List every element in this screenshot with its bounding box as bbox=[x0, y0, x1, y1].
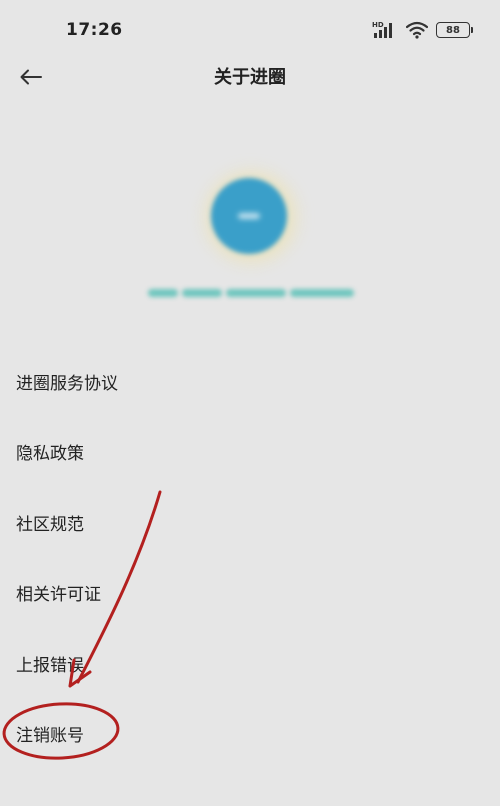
app-info-header bbox=[0, 110, 500, 350]
menu-item-service-agreement[interactable]: 进圈服务协议 bbox=[0, 346, 500, 417]
settings-list: 进圈服务协议 隐私政策 社区规范 相关许可证 上报错误 注销账号 bbox=[0, 346, 500, 769]
menu-item-label: 注销账号 bbox=[16, 726, 84, 747]
nav-bar: 关于进圈 bbox=[0, 50, 500, 102]
status-time: 17:26 bbox=[66, 20, 123, 40]
network-type-label: HD bbox=[372, 21, 384, 29]
page-title: 关于进圈 bbox=[214, 67, 286, 88]
menu-item-privacy-policy[interactable]: 隐私政策 bbox=[0, 417, 500, 488]
menu-item-label: 社区规范 bbox=[16, 514, 84, 535]
menu-item-label: 相关许可证 bbox=[16, 585, 101, 606]
menu-item-label: 隐私政策 bbox=[16, 444, 84, 465]
menu-item-report-error[interactable]: 上报错误 bbox=[0, 628, 500, 699]
menu-item-label: 上报错误 bbox=[16, 655, 84, 676]
version-text-blurred bbox=[148, 286, 358, 300]
app-logo bbox=[211, 178, 287, 254]
app-logo-mark bbox=[238, 213, 260, 219]
menu-item-delete-account[interactable]: 注销账号 bbox=[0, 699, 500, 770]
battery-level: 88 bbox=[446, 24, 460, 36]
battery-icon: 88 bbox=[436, 22, 473, 38]
menu-item-licenses[interactable]: 相关许可证 bbox=[0, 558, 500, 629]
cellular-signal-icon: HD bbox=[372, 21, 392, 38]
status-icons: HD 88 bbox=[372, 20, 473, 40]
menu-item-community-guidelines[interactable]: 社区规范 bbox=[0, 487, 500, 558]
wifi-icon bbox=[406, 21, 428, 39]
menu-item-label: 进圈服务协议 bbox=[16, 373, 118, 394]
